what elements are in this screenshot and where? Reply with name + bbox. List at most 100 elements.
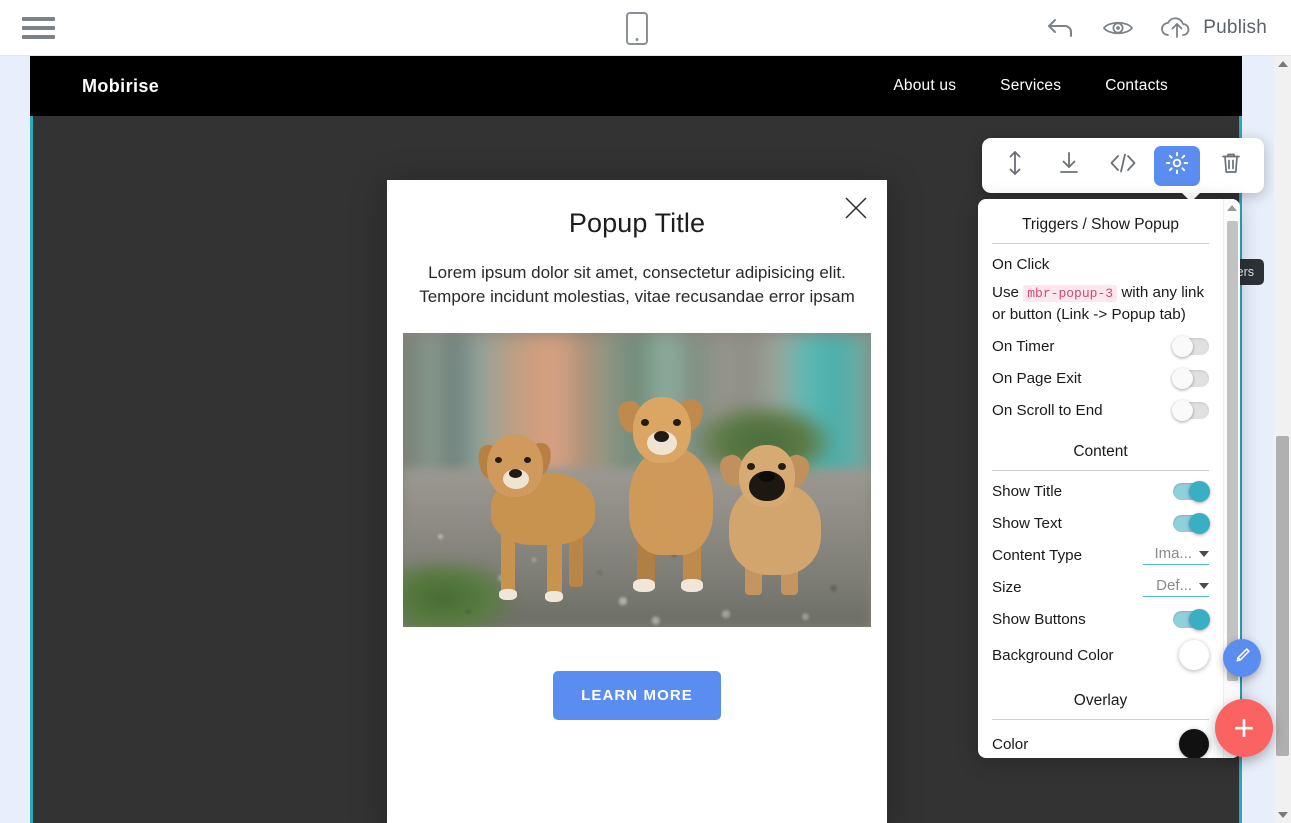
popup-actions: LEARN MORE <box>387 671 887 720</box>
label-show-text: Show Text <box>992 515 1062 532</box>
label-show-buttons: Show Buttons <box>992 611 1086 628</box>
select-size[interactable]: Def... <box>1143 577 1209 597</box>
popup-title: Popup Title <box>387 208 887 239</box>
block-toolbar <box>982 138 1264 193</box>
page-scrollbar[interactable] <box>1274 56 1291 823</box>
learn-more-button[interactable]: LEARN MORE <box>553 671 721 720</box>
site-brand[interactable]: Mobirise <box>82 76 159 97</box>
mobile-device-icon[interactable] <box>626 12 648 45</box>
row-size: Size Def... <box>992 571 1209 603</box>
select-size-value: Def... <box>1156 577 1192 594</box>
toggle-show-text[interactable] <box>1173 515 1209 532</box>
add-block-button[interactable]: + <box>1215 699 1273 757</box>
nav-link-about-us[interactable]: About us <box>893 77 956 95</box>
popup-modal: Popup Title Lorem ipsum dolor sit amet, … <box>387 180 887 823</box>
cloud-upload-icon <box>1160 15 1194 41</box>
delete-block-button[interactable] <box>1208 146 1254 186</box>
publish-button[interactable]: Publish <box>1160 15 1267 41</box>
three-puppies-photo <box>403 333 871 627</box>
label-size: Size <box>992 579 1022 596</box>
select-content-type[interactable]: Ima... <box>1143 545 1209 565</box>
label-show-title: Show Title <box>992 483 1062 500</box>
toggle-show-title[interactable] <box>1173 483 1209 500</box>
page-scroll-down-icon[interactable] <box>1278 812 1288 818</box>
row-on-scroll-to-end: On Scroll to End <box>992 394 1209 426</box>
publish-label: Publish <box>1203 17 1267 39</box>
label-overlay-color: Color <box>992 736 1028 753</box>
label-on-page-exit: On Page Exit <box>992 370 1082 387</box>
hamburger-menu-icon[interactable] <box>22 14 55 42</box>
chevron-down-icon <box>1199 583 1209 589</box>
select-content-type-value: Ima... <box>1154 545 1192 562</box>
edit-code-button[interactable] <box>1100 146 1146 186</box>
block-parameters-button[interactable] <box>1154 146 1200 186</box>
swatch-background-color[interactable] <box>1179 640 1209 670</box>
popup-text: Lorem ipsum dolor sit amet, consectetur … <box>417 261 857 309</box>
section-heading-overlay: Overlay <box>992 675 1209 720</box>
puppy-right <box>723 441 833 609</box>
toggle-on-timer[interactable] <box>1173 338 1209 355</box>
page-scrollbar-thumb[interactable] <box>1276 436 1289 756</box>
label-background-color: Background Color <box>992 647 1114 664</box>
puppy-body <box>629 447 713 555</box>
download-block-button[interactable] <box>1046 146 1092 186</box>
site-nav-menu: About us Services Contacts <box>893 77 1168 95</box>
site-navbar-block[interactable]: Mobirise About us Services Contacts <box>30 56 1242 116</box>
swatch-overlay-color[interactable] <box>1179 729 1209 758</box>
app-toolbar-right: Publish <box>1046 0 1267 56</box>
gear-icon <box>1165 151 1189 180</box>
toggle-knob <box>1189 609 1210 630</box>
puppy-paw <box>681 579 703 592</box>
toggle-knob <box>1189 481 1210 502</box>
puppy-paw <box>545 591 563 602</box>
paintbrush-icon <box>1233 646 1252 670</box>
close-x-icon[interactable] <box>841 193 871 223</box>
code-brackets-icon <box>1109 151 1137 180</box>
puppy-center <box>621 397 729 597</box>
move-block-button[interactable] <box>992 146 1038 186</box>
undo-button[interactable] <box>1046 15 1076 41</box>
panel-scroll-up-icon[interactable] <box>1227 205 1237 211</box>
section-heading-content: Content <box>992 426 1209 471</box>
panel-scrollbar-thumb[interactable] <box>1227 221 1238 681</box>
hamburger-line <box>22 35 55 39</box>
hamburger-line <box>22 17 55 21</box>
download-arrow-icon <box>1058 150 1080 181</box>
row-show-text: Show Text <box>992 507 1209 539</box>
section-heading-triggers: Triggers / Show Popup <box>992 199 1209 244</box>
row-content-type: Content Type Ima... <box>992 539 1209 571</box>
puppy-paw <box>633 579 655 592</box>
hamburger-line <box>22 26 55 30</box>
row-on-page-exit: On Page Exit <box>992 362 1209 394</box>
row-overlay-color: Color <box>992 724 1209 758</box>
toggle-show-buttons[interactable] <box>1173 611 1209 628</box>
popup-class-tag[interactable]: mbr-popup-3 <box>1023 285 1117 302</box>
nav-link-services[interactable]: Services <box>1000 77 1061 95</box>
page-scroll-up-icon[interactable] <box>1278 61 1288 67</box>
trash-icon <box>1220 151 1242 180</box>
toggle-knob <box>1172 368 1193 389</box>
label-content-type: Content Type <box>992 547 1082 564</box>
toggle-on-scroll-to-end[interactable] <box>1173 402 1209 419</box>
popup-anchor-note: Use mbr-popup-3 with any link or button … <box>992 280 1209 330</box>
row-on-click: On Click <box>992 248 1209 280</box>
up-down-arrow-icon <box>1005 150 1025 181</box>
row-show-title: Show Title <box>992 475 1209 507</box>
nav-link-contacts[interactable]: Contacts <box>1105 77 1168 95</box>
label-on-click: On Click <box>992 256 1049 273</box>
panel-scroll-content: Triggers / Show Popup On Click Use mbr-p… <box>978 199 1223 758</box>
row-show-buttons: Show Buttons <box>992 603 1209 635</box>
row-on-timer: On Timer <box>992 330 1209 362</box>
chevron-down-icon <box>1199 551 1209 557</box>
editor-canvas: Mobirise About us Services Contacts Popu… <box>0 56 1291 823</box>
toggle-knob <box>1172 336 1193 357</box>
undo-arrow-icon <box>1046 15 1076 41</box>
toggle-on-page-exit[interactable] <box>1173 370 1209 387</box>
preview-button[interactable] <box>1102 17 1134 39</box>
site-style-button[interactable] <box>1223 639 1261 677</box>
app-toolbar: Publish <box>0 0 1291 56</box>
puppy-left <box>477 429 597 604</box>
toggle-knob <box>1172 400 1193 421</box>
row-background-color: Background Color <box>992 635 1209 675</box>
toggle-knob <box>1189 513 1210 534</box>
